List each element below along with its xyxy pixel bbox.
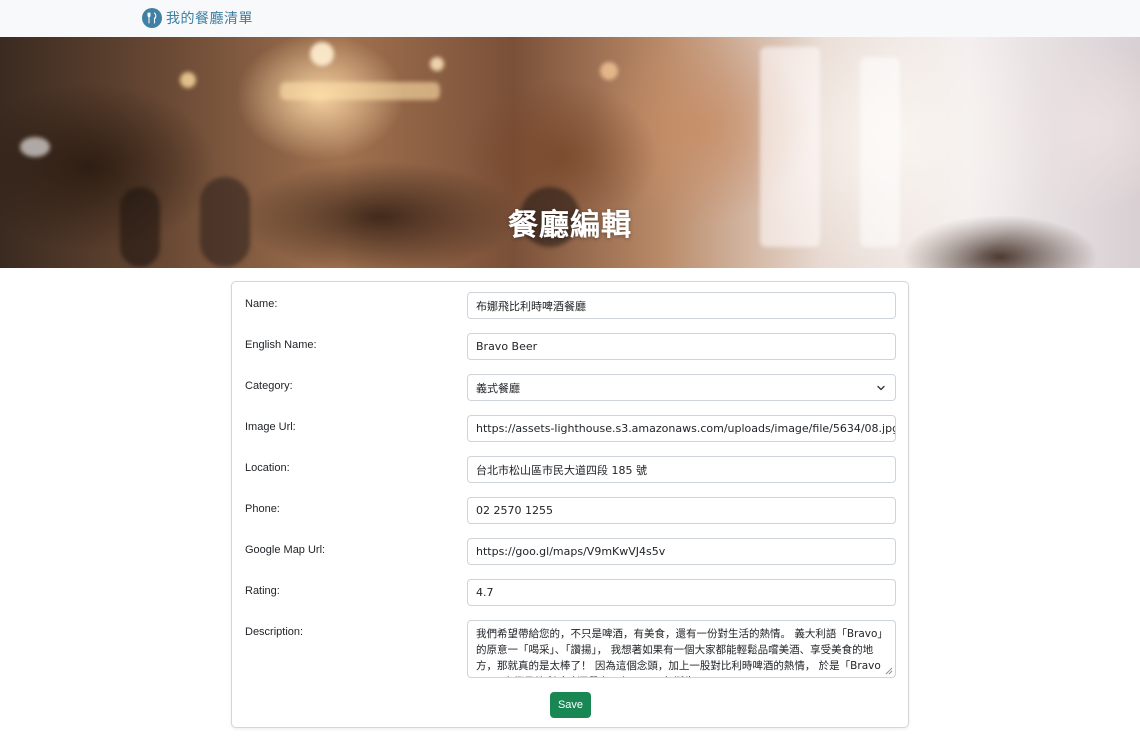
- description-textarea[interactable]: 我們希望帶給您的，不只是啤酒，有美食，還有一份對生活的熱情。 義大利語「Brav…: [467, 620, 896, 678]
- navbar: 我的餐廳清單: [0, 0, 1140, 37]
- form-row-category: Category: 義式餐廳: [232, 374, 910, 401]
- form-row-image-url: Image Url: https://assets-lighthouse.s3.…: [232, 415, 910, 442]
- phone-label: Phone:: [245, 503, 280, 515]
- chevron-down-icon: [877, 385, 885, 390]
- form-row-phone: Phone: 02 2570 1255: [232, 497, 910, 524]
- google-map-url-input[interactable]: https://goo.gl/maps/V9mKwVJ4s5v: [467, 538, 896, 565]
- google-map-url-label: Google Map Url:: [245, 544, 326, 556]
- page-title: 餐廳編輯: [508, 208, 632, 243]
- image-url-input[interactable]: https://assets-lighthouse.s3.amazonaws.c…: [467, 415, 896, 442]
- name-input[interactable]: 布娜飛比利時啤酒餐廳: [467, 292, 896, 319]
- description-label: Description:: [245, 626, 304, 638]
- resize-handle-icon[interactable]: [885, 667, 893, 675]
- category-label: Category:: [245, 380, 293, 392]
- hero-banner: 餐廳編輯: [0, 37, 1140, 268]
- form-row-english-name: English Name: Bravo Beer: [232, 333, 910, 360]
- location-input[interactable]: 台北市松山區市民大道四段 185 號: [467, 456, 896, 483]
- rating-label: Rating:: [245, 585, 280, 597]
- utensils-icon: [142, 8, 162, 28]
- form-row-google-map-url: Google Map Url: https://goo.gl/maps/V9mK…: [232, 538, 910, 565]
- edit-restaurant-form: Name: 布娜飛比利時啤酒餐廳 English Name: Bravo Bee…: [231, 281, 909, 728]
- name-label: Name:: [245, 298, 278, 310]
- image-url-label: Image Url:: [245, 421, 296, 433]
- rating-input[interactable]: 4.7: [467, 579, 896, 606]
- description-text: 我們希望帶給您的，不只是啤酒，有美食，還有一份對生活的熱情。 義大利語「Brav…: [476, 628, 883, 677]
- phone-input[interactable]: 02 2570 1255: [467, 497, 896, 524]
- category-selected-value: 義式餐廳: [476, 381, 520, 395]
- form-row-name: Name: 布娜飛比利時啤酒餐廳: [232, 292, 910, 319]
- category-select[interactable]: 義式餐廳: [467, 374, 896, 401]
- location-label: Location:: [245, 462, 290, 474]
- brand-text: 我的餐廳清單: [166, 11, 253, 27]
- brand-link[interactable]: 我的餐廳清單: [142, 8, 253, 28]
- form-row-rating: Rating: 4.7: [232, 579, 910, 606]
- form-row-description: Description: 我們希望帶給您的，不只是啤酒，有美食，還有一份對生活的…: [232, 620, 910, 678]
- form-row-location: Location: 台北市松山區市民大道四段 185 號: [232, 456, 910, 483]
- save-button[interactable]: Save: [550, 692, 591, 718]
- english-name-label: English Name:: [245, 339, 317, 351]
- english-name-input[interactable]: Bravo Beer: [467, 333, 896, 360]
